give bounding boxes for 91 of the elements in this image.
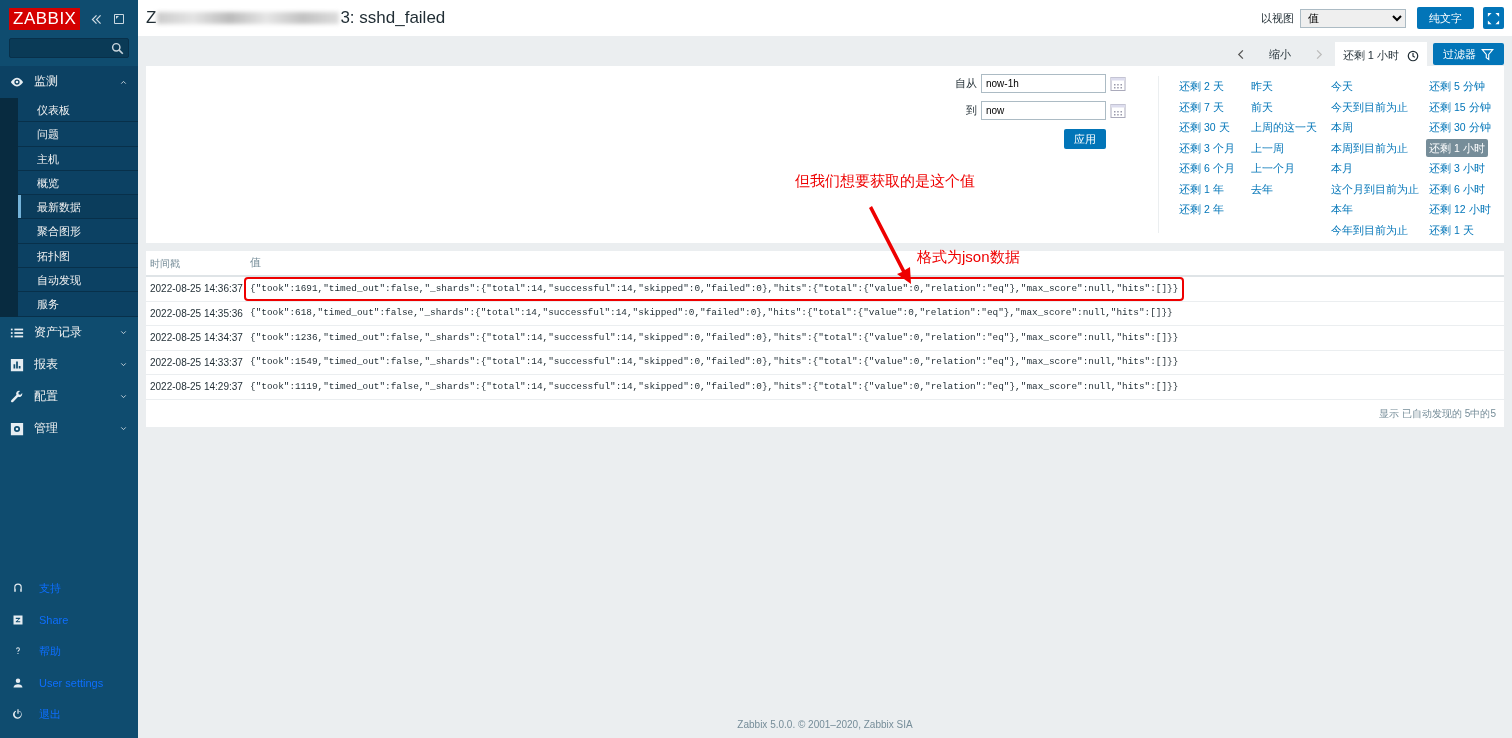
calendar-icon[interactable] xyxy=(1110,75,1126,92)
quick-range-link[interactable]: 本周 xyxy=(1328,117,1429,138)
quick-range-link[interactable]: 还剩 2 年 xyxy=(1176,199,1251,220)
apply-button[interactable]: 应用 xyxy=(1064,129,1106,149)
table-summary: 显示 已自动发现的 5中的5 xyxy=(1378,406,1497,421)
annotation-text: 格式为json数据 xyxy=(917,247,1020,267)
table-cell-text: {"took":1236,"timed_out":false,"_shards":{"total":14,"successful":14,"skipped":0,"failed":0},"hits":{"total":{"value":0,"relation":"eq"},"max_score":null,"hits":[]}} xyxy=(249,330,1180,345)
view-label: 以视图 xyxy=(1260,10,1294,26)
menu-item[interactable]: 配置 xyxy=(0,380,138,413)
clock-icon xyxy=(1407,49,1419,62)
quick-range-link[interactable]: 这个月到目前为止 xyxy=(1328,178,1429,199)
filter-button[interactable]: 过滤器 xyxy=(1432,43,1504,65)
quick-range-link[interactable]: 今天到目前为止 xyxy=(1328,96,1429,117)
quick-range-link[interactable]: 还剩 6 小时 xyxy=(1426,178,1504,199)
table-cell-text: 2022-08-25 14:29:37 xyxy=(149,380,244,395)
funnel-icon xyxy=(1481,47,1494,61)
power-icon xyxy=(12,708,24,721)
menu-item[interactable]: 管理 xyxy=(0,412,138,445)
calendar-icon[interactable] xyxy=(1110,102,1126,119)
table-cell-text: 2022-08-25 14:34:37 xyxy=(149,331,244,346)
field-label: 自从 xyxy=(955,76,977,92)
quick-range-link[interactable]: 还剩 30 分钟 xyxy=(1426,117,1504,138)
annotation-text: 但我们想要获取的是这个值 xyxy=(795,171,975,191)
table-cell-text: {"took":1119,"timed_out":false,"_shards":{"total":14,"successful":14,"skipped":0,"failed":0},"hits":{"total":{"value":0,"relation":"eq"},"max_score":null,"hits":[]}} xyxy=(249,379,1180,394)
menu-item[interactable]: 监测 xyxy=(0,66,138,98)
input-field[interactable]: now-1h xyxy=(981,74,1106,93)
quick-range-link[interactable]: 前天 xyxy=(1248,96,1331,117)
quick-range-link[interactable]: 还剩 30 天 xyxy=(1176,117,1251,138)
quick-range-link[interactable]: 还剩 7 天 xyxy=(1176,96,1251,117)
collapse-icon[interactable] xyxy=(90,12,104,26)
zoom-out-button[interactable]: 缩小 xyxy=(1255,42,1305,66)
table-cell-text: 2022-08-25 14:36:37 xyxy=(149,282,244,297)
search-field[interactable] xyxy=(9,38,129,58)
quick-range-link[interactable]: 还剩 6 个月 xyxy=(1176,158,1251,179)
submenu-item[interactable]: 问题 xyxy=(18,122,138,147)
footer-link[interactable]: Zabbix SIA xyxy=(863,719,913,730)
table-cell-text: {"took":1549,"timed_out":false,"_shards":{"total":14,"successful":14,"skipped":0,"failed":0},"hits":{"total":{"value":0,"relation":"eq"},"max_score":null,"hits":[]}} xyxy=(249,355,1180,370)
search-icon xyxy=(111,41,124,55)
quick-range-link[interactable]: 本年 xyxy=(1328,199,1429,220)
page-title: Z xyxy=(146,7,157,30)
share-icon xyxy=(12,613,24,626)
quick-range-link[interactable]: 本周到目前为止 xyxy=(1328,137,1429,158)
column-header: 值 xyxy=(249,255,261,271)
quick-range-link[interactable]: 还剩 5 分钟 xyxy=(1426,76,1504,97)
submenu-item[interactable]: 主机 xyxy=(18,146,138,171)
quick-range-link[interactable]: 上一个月 xyxy=(1248,158,1331,179)
submenu-item[interactable]: 最新数据 xyxy=(18,195,138,220)
fullscreen-icon xyxy=(1486,11,1501,27)
user-icon xyxy=(12,676,24,689)
quick-range-link[interactable]: 还剩 1 天 xyxy=(1426,219,1504,240)
input-field[interactable]: now xyxy=(981,101,1106,120)
kiosk-icon[interactable] xyxy=(113,13,126,25)
quick-range-link[interactable]: 还剩 2 天 xyxy=(1176,76,1251,97)
table-cell: {"took":1691,"timed_out":false,"_shards":{"total":14,"successful":14,"skipped":0,"failed":0},"hits":{"total":{"value":0,"relation":"eq"},"max_score":null,"hits":[]}} xyxy=(246,278,1183,299)
gear-icon xyxy=(10,421,24,436)
table-cell-text: {"took":618,"timed_out":false,"_shards":{"total":14,"successful":14,"skipped":0,"failed":0},"hits":{"total":{"value":0,"relation":"eq"},"max_score":null,"hits":[]}} xyxy=(249,306,1174,321)
submenu-item[interactable]: 服务 xyxy=(18,292,138,317)
fullscreen-button[interactable] xyxy=(1483,7,1504,29)
zabbix-logo[interactable]: ZABBIX xyxy=(9,8,81,30)
quick-range-link[interactable]: 还剩 1 年 xyxy=(1176,178,1251,199)
submenu-item[interactable]: 概览 xyxy=(18,170,138,196)
quick-range-link[interactable]: 还剩 3 个月 xyxy=(1176,137,1251,158)
page-title: 3: sshd_failed xyxy=(340,7,446,30)
submenu-item[interactable]: 自动发现 xyxy=(18,268,138,293)
submenu-item[interactable]: 仪表板 xyxy=(18,98,138,123)
quick-range-link[interactable]: 今天 xyxy=(1328,76,1429,97)
eye-icon xyxy=(10,75,24,89)
field-label: 到 xyxy=(965,103,977,119)
quick-range-link[interactable]: 还剩 1 小时 xyxy=(1426,138,1488,157)
plain-text-button[interactable]: 纯文字 xyxy=(1417,7,1475,29)
wrench-icon xyxy=(10,389,24,404)
submenu-item[interactable]: 聚合图形 xyxy=(18,219,138,244)
submenu-item[interactable]: 拓扑图 xyxy=(18,243,138,269)
quick-range-link[interactable]: 还剩 12 小时 xyxy=(1426,199,1504,220)
quick-range-link[interactable]: 本月 xyxy=(1328,158,1429,179)
quick-range-link[interactable]: 上周的这一天 xyxy=(1248,117,1331,138)
table-cell-text: 2022-08-25 14:33:37 xyxy=(149,355,244,370)
quick-range-link[interactable]: 还剩 15 分钟 xyxy=(1426,96,1504,117)
quick-range-link[interactable]: 还剩 3 小时 xyxy=(1426,158,1504,179)
menu-item[interactable]: 报表 xyxy=(0,348,138,381)
headset-icon xyxy=(12,582,24,595)
view-select[interactable]: 值 xyxy=(1299,8,1406,28)
quick-range-link[interactable]: 去年 xyxy=(1248,178,1331,199)
quick-range-link[interactable]: 昨天 xyxy=(1248,76,1331,97)
footer-text: Zabbix 5.0.0. © 2001–2020, xyxy=(737,719,862,730)
quick-range-link[interactable]: 上一周 xyxy=(1248,137,1331,158)
quick-range-link[interactable]: 今年到目前为止 xyxy=(1328,219,1429,240)
column-header: 时间戳 xyxy=(149,256,181,271)
bar-chart-icon xyxy=(10,357,24,372)
menu-item[interactable]: 资产记录 xyxy=(0,316,138,349)
table-cell-text: 2022-08-25 14:35:36 xyxy=(149,306,244,321)
